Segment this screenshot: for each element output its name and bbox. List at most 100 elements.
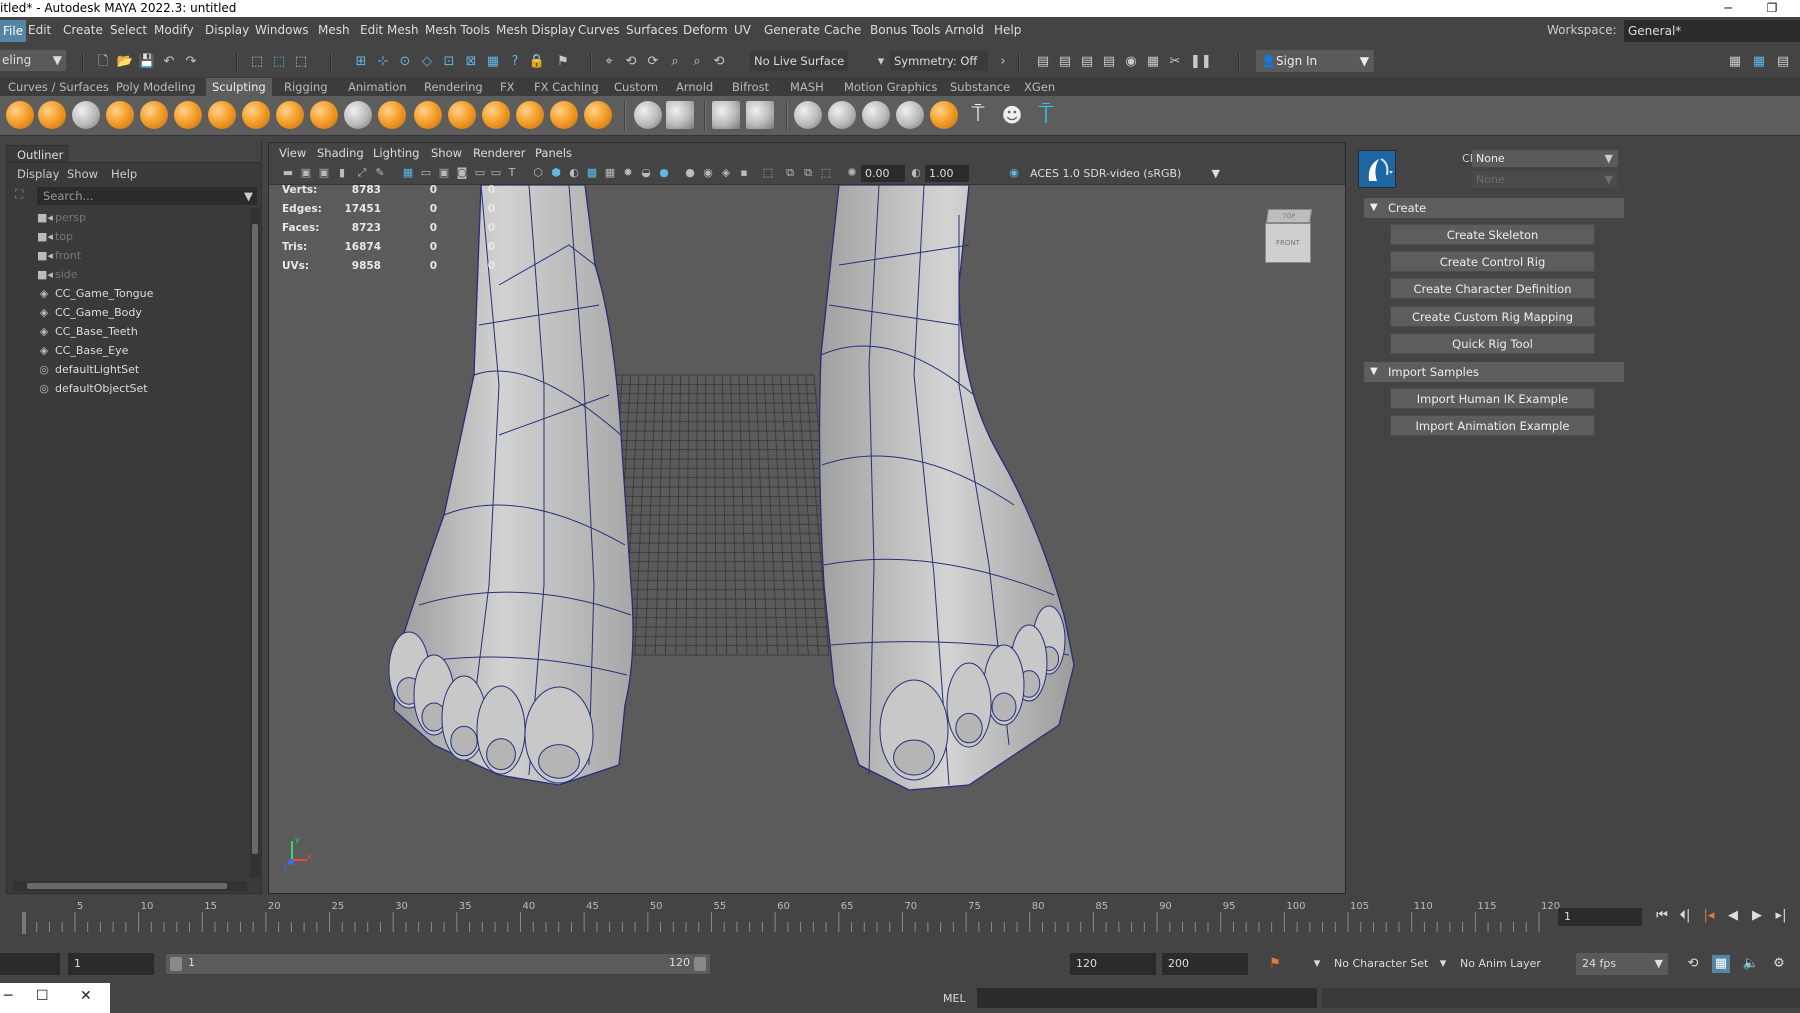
viewport-menu-shading[interactable]: Shading (317, 146, 364, 160)
eraser-icon[interactable] (896, 101, 924, 129)
shelf-tab-substance[interactable]: Substance (944, 78, 1016, 96)
outliner-item-default-light-set[interactable]: ◎ defaultLightSet (37, 361, 139, 379)
smear-tool-icon[interactable] (482, 101, 510, 129)
cache-playback-icon[interactable]: ▦ (1712, 955, 1730, 973)
play-forwards-icon[interactable]: ▶ (1748, 906, 1766, 926)
mel-command-input[interactable] (977, 988, 1317, 1008)
menu-edit-mesh[interactable]: Edit Mesh (360, 23, 419, 37)
hypershade-icon[interactable]: ◉ (1122, 53, 1140, 71)
history-icon[interactable]: ⚑ (554, 53, 572, 71)
auto-key-icon[interactable]: ⚑ (1266, 955, 1284, 973)
step-back-key-icon[interactable]: |◂ (1700, 906, 1718, 926)
isolate-select-icon[interactable]: ▪ (737, 166, 751, 180)
lock-icon[interactable]: 🔒 (528, 53, 546, 71)
viewport-menu-show[interactable]: Show (431, 146, 462, 160)
menu-select[interactable]: Select (110, 23, 147, 37)
smooth-tool-icon[interactable] (38, 101, 66, 129)
output-ops-icon[interactable]: ⟲ (622, 53, 640, 71)
outliner-item-cc-game-tongue[interactable]: ◈ CC_Game_Tongue (37, 285, 154, 303)
snap-grid-icon[interactable]: ⊞ (352, 53, 370, 71)
film-gate-icon[interactable]: ▭ (419, 166, 433, 180)
camera-select-icon[interactable]: ▬ (281, 166, 295, 180)
menu-edit[interactable]: Edit (28, 23, 51, 37)
menu-curves[interactable]: Curves (578, 23, 620, 37)
chevron-right-icon[interactable]: › (994, 53, 1012, 71)
grab-tool-icon[interactable] (106, 101, 134, 129)
menu-surfaces[interactable]: Surfaces (626, 23, 678, 37)
playback-end-field[interactable]: 120 (1070, 953, 1156, 975)
blend-shape-icon[interactable] (746, 101, 774, 129)
render-frame-icon[interactable]: ▤ (1056, 53, 1074, 71)
layers-icon[interactable] (862, 101, 890, 129)
menu-deform[interactable]: Deform (683, 23, 728, 37)
render-settings-icon[interactable]: ⟲ (710, 53, 728, 71)
create-character-definition-button[interactable]: Create Character Definition (1390, 278, 1595, 299)
grid-toggle-icon[interactable]: ▦ (401, 166, 415, 180)
ipr-icon[interactable]: ⌕ (688, 53, 706, 71)
bulge-tool-icon[interactable] (516, 101, 544, 129)
shelf-tab-motion-graphics[interactable]: Motion Graphics (838, 78, 943, 96)
anti-aliasing-icon[interactable]: ◉ (701, 166, 715, 180)
shelf-tab-arnold[interactable]: Arnold (670, 78, 719, 96)
gamma-field[interactable]: 1.00 (925, 165, 969, 182)
loop-icon[interactable]: ⟲ (1684, 955, 1702, 973)
close-icon[interactable]: ✕ (80, 988, 92, 1004)
imprint-tool-icon[interactable] (310, 101, 338, 129)
shelf-tab-sculpting[interactable]: Sculpting (206, 78, 272, 96)
symmetry-dropdown[interactable]: Symmetry: Off (890, 51, 988, 71)
color-management-icon[interactable]: ◉ (1007, 166, 1021, 180)
menu-mesh-tools[interactable]: Mesh Tools (425, 23, 490, 37)
playback-start-field[interactable]: 1 (68, 953, 154, 975)
viewport-menu-renderer[interactable]: Renderer (473, 146, 526, 160)
animation-start-field[interactable] (0, 953, 60, 975)
anim-layer-dropdown[interactable]: No Anim Layer (1460, 953, 1541, 975)
freeze-tool-icon[interactable] (584, 101, 612, 129)
modeling-toolkit-icon[interactable]: ▦ (1726, 53, 1744, 71)
snap-surface-icon[interactable]: ▦ (484, 53, 502, 71)
chevron-down-icon[interactable]: ▾ (872, 53, 890, 71)
create-custom-rig-mapping-button[interactable]: Create Custom Rig Mapping (1390, 306, 1595, 327)
render-icon[interactable]: ⌕ (666, 53, 684, 71)
safe-title-icon[interactable]: T (505, 166, 519, 180)
range-start-handle[interactable] (170, 957, 182, 971)
snap-view-plane-icon[interactable]: ◇ (418, 53, 436, 71)
snap-component-icon[interactable]: ⊠ (462, 53, 480, 71)
wireframe-icon[interactable]: ⬡ (531, 166, 545, 180)
current-time-marker[interactable] (22, 912, 26, 934)
chevron-down-icon[interactable]: ▾ (1308, 955, 1326, 973)
shadows-icon[interactable]: ◒ (639, 166, 653, 180)
viewport-menu-view[interactable]: View (279, 146, 306, 160)
range-end-handle[interactable] (694, 957, 706, 971)
camera-attributes-icon[interactable]: ▣ (299, 166, 313, 180)
outliner-item-side[interactable]: ■◂ side (37, 266, 78, 284)
view-cube[interactable]: TOP FRONT (1265, 209, 1313, 265)
outliner-menu-help[interactable]: Help (111, 167, 137, 181)
textured-icon[interactable]: ▦ (603, 166, 617, 180)
outliner-item-front[interactable]: ■◂ front (37, 247, 81, 265)
open-scene-icon[interactable]: 📂 (116, 53, 134, 71)
audio-icon[interactable]: 🔈 (1742, 955, 1760, 973)
tool-settings-icon[interactable]: ▤ (1774, 53, 1792, 71)
depth-of-field-icon[interactable]: ◈ (719, 166, 733, 180)
chevron-down-icon[interactable]: ▾ (1434, 955, 1452, 973)
menu-display[interactable]: Display (205, 23, 249, 37)
outliner-item-cc-game-body[interactable]: ◈ CC_Game_Body (37, 304, 142, 322)
safe-action-icon[interactable]: ▭ (489, 166, 503, 180)
scrape-tool-icon[interactable] (378, 101, 406, 129)
shelf-tab-mash[interactable]: MASH (784, 78, 830, 96)
lights-icon[interactable]: ✹ (621, 166, 635, 180)
gamma-icon[interactable]: ◐ (909, 166, 923, 180)
view-cube-top-face[interactable]: TOP (1266, 209, 1312, 223)
viewport-menu-panels[interactable]: Panels (535, 146, 572, 160)
shelf-tab-custom[interactable]: Custom (608, 78, 664, 96)
chevron-down-icon[interactable]: ▼ (244, 187, 253, 205)
repeat-tool-icon[interactable] (276, 101, 304, 129)
menu-mesh[interactable]: Mesh (318, 23, 350, 37)
relax-tool-icon[interactable] (72, 101, 100, 129)
sculpt-tool-icon[interactable] (6, 101, 34, 129)
construction-history-icon[interactable]: ⟳ (644, 53, 662, 71)
maximize-icon[interactable]: ☐ (36, 988, 49, 1004)
step-forward-key-icon[interactable]: ▸| (1772, 906, 1790, 926)
animation-preferences-icon[interactable]: ⚙ (1770, 955, 1788, 973)
skull-icon[interactable]: ☻ (998, 101, 1026, 129)
